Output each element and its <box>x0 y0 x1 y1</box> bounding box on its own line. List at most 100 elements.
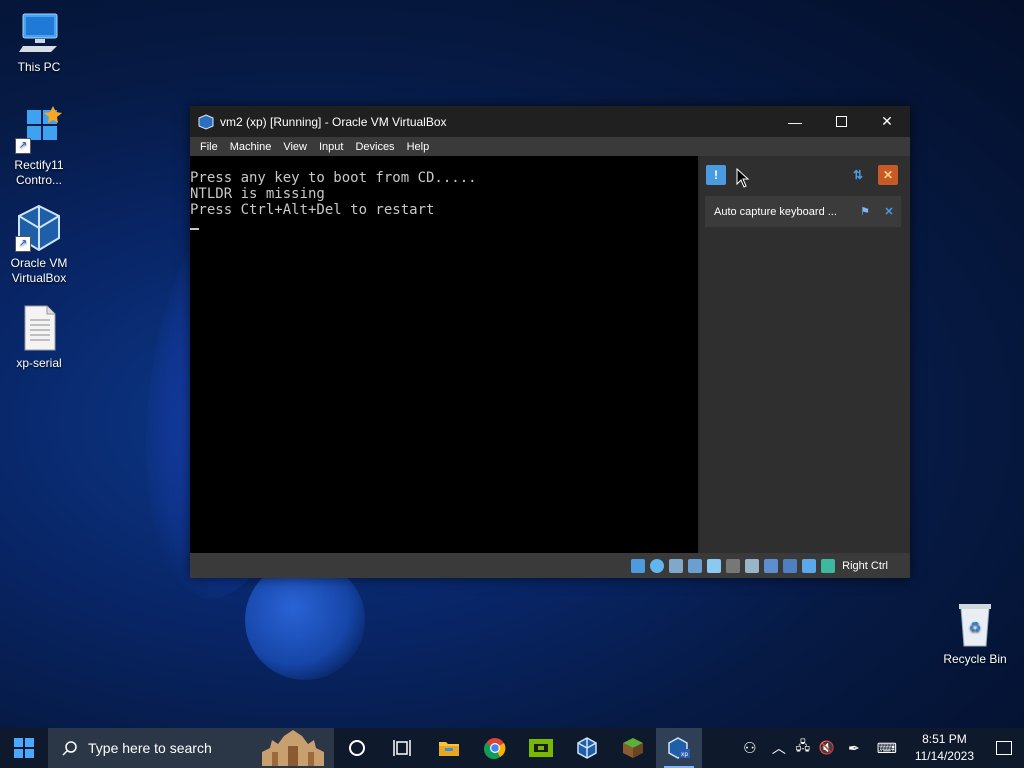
desktop-icon-xp-serial[interactable]: xp-serial <box>3 304 75 371</box>
volume-tray-button[interactable]: 🔇 <box>815 728 839 768</box>
start-button[interactable] <box>0 728 48 768</box>
menu-file[interactable]: File <box>194 141 224 153</box>
chevron-up-icon: ︿ <box>771 740 786 756</box>
hard-disk-icon[interactable] <box>631 558 646 573</box>
recycle-bin-icon: ♻ <box>951 600 999 648</box>
message-icon: ! <box>714 168 718 182</box>
action-center-button[interactable] <box>984 728 1024 768</box>
taskbar: Type here to search xp ⚇ ︿ 🖧 🔇 ✒ ⌨ 8:51 … <box>0 728 1024 768</box>
cortana-icon <box>349 740 365 756</box>
desktop-icon-rectify11[interactable]: ↗ Rectify11 Contro... <box>3 106 75 188</box>
console-line: Press Ctrl+Alt+Del to restart <box>190 202 435 218</box>
network-tray-button[interactable]: 🖧 <box>791 728 815 768</box>
chrome-icon <box>484 738 506 759</box>
svg-text:xp: xp <box>681 751 689 758</box>
windows-logo-icon <box>14 738 34 758</box>
network-icon: 🖧 <box>795 738 811 753</box>
close-icon: ✕ <box>881 113 893 129</box>
text-cursor <box>190 228 199 230</box>
optical-drive-icon[interactable] <box>650 558 665 573</box>
computer-icon <box>15 8 63 56</box>
menu-devices[interactable]: Devices <box>349 141 400 153</box>
taskbar-nvidia[interactable] <box>518 728 564 768</box>
console-line: Press any key to boot from CD..... <box>190 170 477 186</box>
desktop-icon-label: Recycle Bin <box>943 652 1007 666</box>
notification-pin-icon[interactable]: ⚑ <box>853 205 877 218</box>
maximize-icon <box>835 116 847 127</box>
virtualbox-icon <box>198 113 214 130</box>
taskbar-cortana[interactable] <box>334 728 380 768</box>
text-file-icon <box>15 304 63 352</box>
desktop-icon-label: Rectify11 Contro... <box>14 158 64 187</box>
pen-tray-button[interactable]: ✒ <box>839 728 869 768</box>
shared-folders-icon[interactable] <box>726 558 741 573</box>
search-placeholder: Type here to search <box>88 740 212 756</box>
svg-text:♻: ♻ <box>969 620 982 636</box>
wallpaper-bloom-petal <box>245 560 365 680</box>
network-icon[interactable] <box>688 558 703 573</box>
audio-icon[interactable] <box>669 558 684 573</box>
virtualbox-icon <box>577 737 597 759</box>
volume-muted-icon: 🔇 <box>818 740 835 755</box>
dismiss-all-icon: ✕ <box>882 168 894 182</box>
menu-help[interactable]: Help <box>401 141 436 153</box>
virtualization-icon[interactable] <box>783 558 798 573</box>
task-view-icon <box>393 740 411 756</box>
sort-icon: ⇅ <box>852 168 864 182</box>
notification-panel: ! ⇅ ✕ Auto capture keyboard ... ⚑ ✕ <box>700 156 910 553</box>
console-line: NTLDR is missing <box>190 186 325 202</box>
desktop-icon-this-pc[interactable]: This PC <box>3 8 75 75</box>
notification-center-button[interactable]: ! <box>706 165 726 185</box>
minecraft-icon <box>623 738 643 758</box>
close-button[interactable]: ✕ <box>864 106 910 137</box>
menu-machine[interactable]: Machine <box>224 141 278 153</box>
shortcut-arrow-icon: ↗ <box>15 138 31 154</box>
notification-text: Auto capture keyboard ... <box>714 205 837 218</box>
search-highlight-icon <box>262 730 324 766</box>
desktop-icon-label: Oracle VM VirtualBox <box>10 256 68 285</box>
notification-toolbar: ! ⇅ ✕ <box>700 156 910 194</box>
maximize-button[interactable] <box>818 106 864 137</box>
recording-icon[interactable] <box>764 558 779 573</box>
notification-close-icon[interactable]: ✕ <box>877 205 901 218</box>
file-explorer-icon <box>439 742 459 756</box>
window-titlebar[interactable]: vm2 (xp) [Running] - Oracle VM VirtualBo… <box>190 106 910 137</box>
taskbar-virtualbox[interactable] <box>564 728 610 768</box>
mouse-pointer-icon <box>736 168 750 188</box>
notification-item[interactable]: Auto capture keyboard ... ⚑ ✕ <box>705 196 901 227</box>
desktop-icon-label: This PC <box>17 60 61 74</box>
shortcut-arrow-icon: ↗ <box>15 236 31 252</box>
control-panel-icon: ↗ <box>15 106 63 154</box>
show-hidden-icons-button[interactable]: ︿ <box>767 728 791 768</box>
sort-button[interactable]: ⇅ <box>848 165 868 185</box>
clock[interactable]: 8:51 PM 11/14/2023 <box>905 731 984 765</box>
clock-time: 8:51 PM <box>922 732 967 746</box>
taskbar-chrome[interactable] <box>472 728 518 768</box>
menu-bar: File Machine View Input Devices Help <box>190 137 910 156</box>
menu-input[interactable]: Input <box>313 141 349 153</box>
system-tray: ⚇ ︿ 🖧 🔇 ✒ ⌨ 8:51 PM 11/14/2023 <box>733 728 1024 768</box>
status-bar: Right Ctrl <box>190 553 910 578</box>
boot-console: Press any key to boot from CD..... NTLDR … <box>190 156 698 234</box>
vm-display[interactable]: Press any key to boot from CD..... NTLDR … <box>190 156 698 553</box>
vm-xp-icon: xp <box>668 737 690 759</box>
display-icon[interactable] <box>745 558 760 573</box>
touch-keyboard-button[interactable]: ⌨ <box>869 728 905 768</box>
desktop-icon-recycle-bin[interactable]: ♻ Recycle Bin <box>939 600 1011 667</box>
desktop-icon-virtualbox[interactable]: ↗ Oracle VM VirtualBox <box>3 204 75 286</box>
menu-view[interactable]: View <box>277 141 313 153</box>
window-title: vm2 (xp) [Running] - Oracle VM VirtualBo… <box>220 114 447 129</box>
minimize-button[interactable]: — <box>772 106 818 137</box>
virtualbox-vm-window[interactable]: vm2 (xp) [Running] - Oracle VM VirtualBo… <box>190 106 910 578</box>
taskbar-vm-xp[interactable]: xp <box>656 728 702 768</box>
usb-icon[interactable] <box>707 558 722 573</box>
taskbar-minecraft[interactable] <box>610 728 656 768</box>
people-button[interactable]: ⚇ <box>733 728 767 768</box>
taskbar-file-explorer[interactable] <box>426 728 472 768</box>
taskbar-search-box[interactable]: Type here to search <box>48 728 334 768</box>
taskbar-task-view[interactable] <box>380 728 426 768</box>
keyboard-capture-icon[interactable] <box>821 558 836 573</box>
mouse-integration-icon[interactable] <box>802 558 817 573</box>
desktop-icon-label: xp-serial <box>16 356 62 370</box>
dismiss-all-button[interactable]: ✕ <box>878 165 898 185</box>
